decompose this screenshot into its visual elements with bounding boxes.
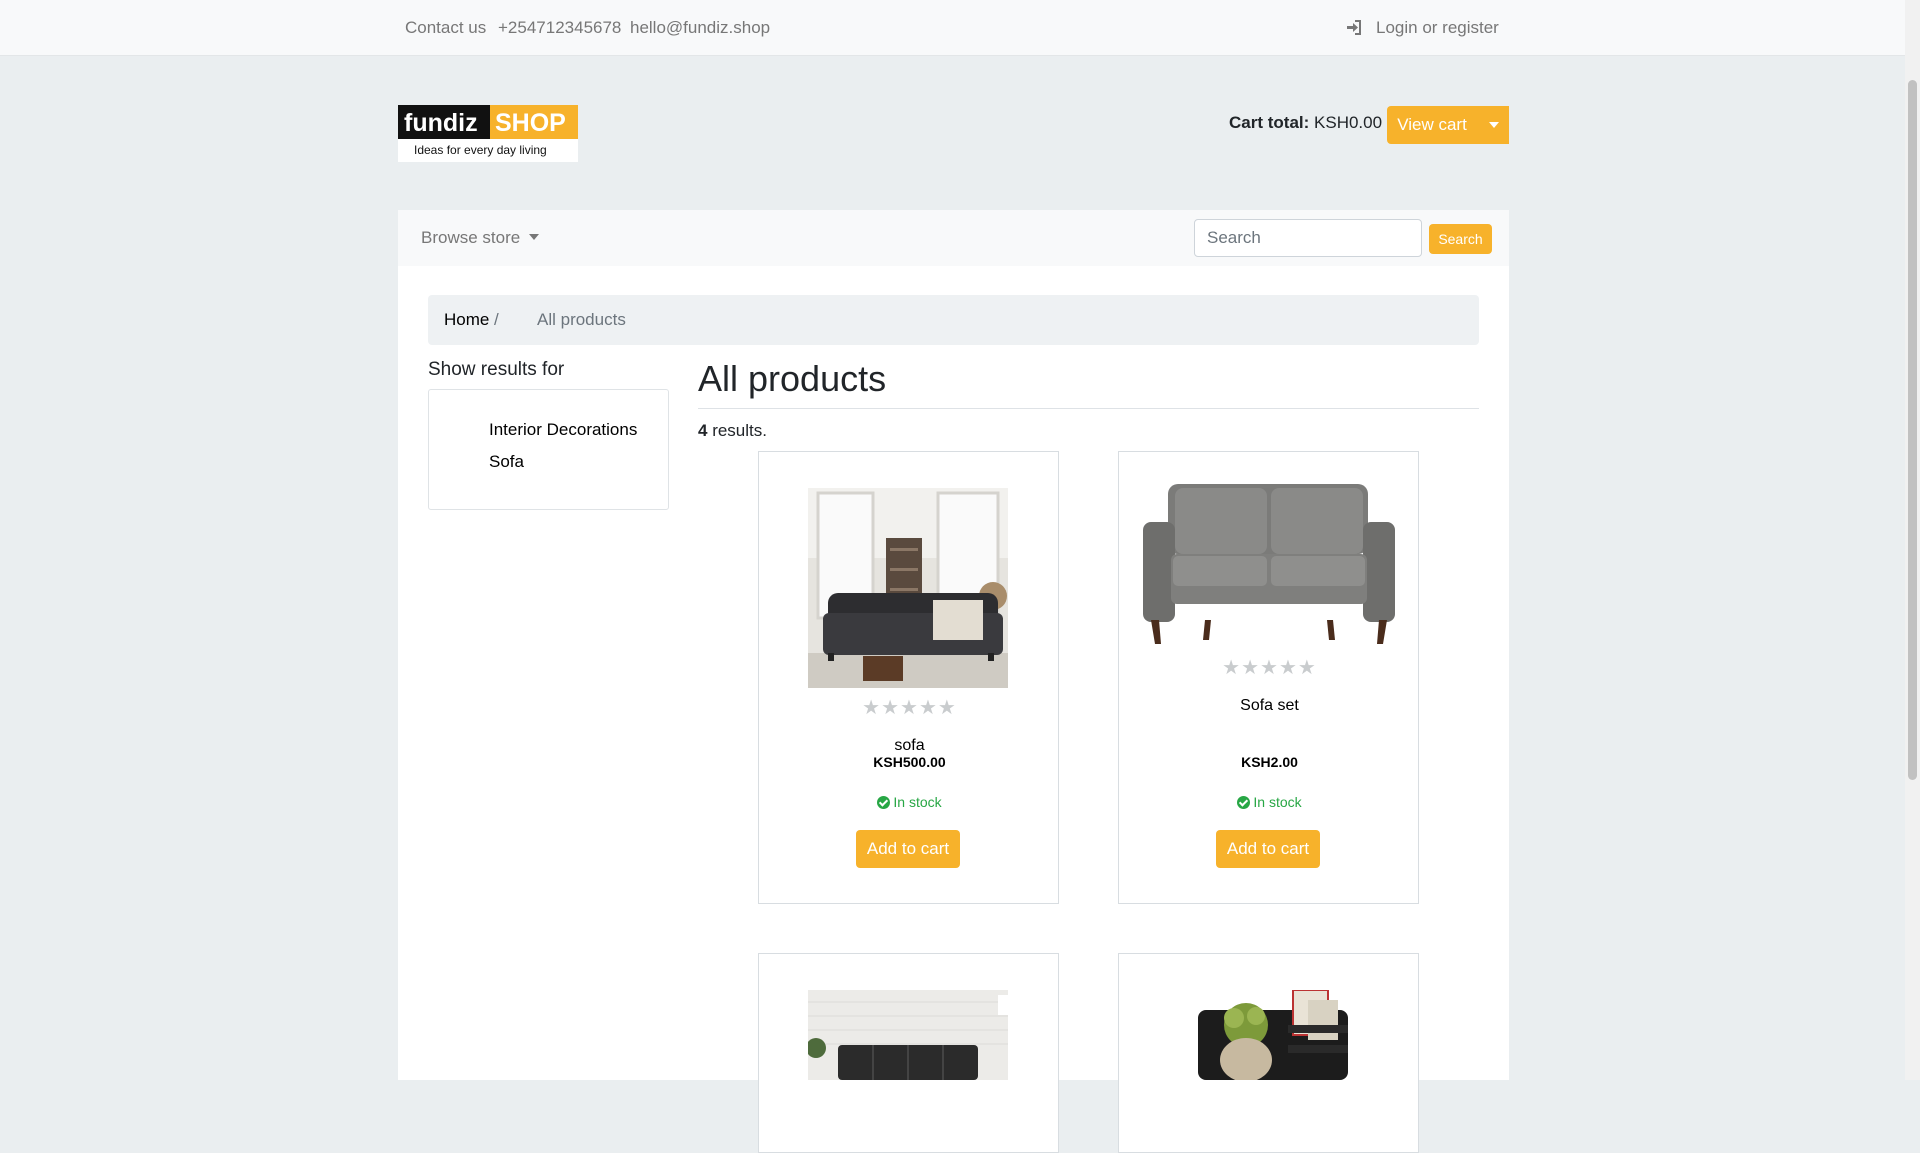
browse-store-dropdown[interactable]: Browse store (421, 228, 539, 248)
sign-in-icon (1347, 20, 1361, 35)
check-circle-icon (877, 796, 891, 809)
store-navbar: Browse store Search (398, 210, 1509, 266)
facet-title: Show results for (428, 359, 565, 380)
search-input[interactable] (1194, 219, 1422, 257)
product-price: KSH2.00 (1241, 754, 1298, 770)
product-image[interactable] (1168, 990, 1378, 1080)
facet-interior-decorations[interactable]: Interior Decorations (489, 420, 637, 440)
product-card (758, 953, 1059, 1153)
product-image[interactable] (808, 990, 1008, 1080)
product-price: KSH500.00 (873, 754, 946, 770)
product-card: ★★★★★ Sofa set KSH2.00 In stock Add to c… (1118, 451, 1419, 904)
stock-status: In stock (1119, 794, 1420, 810)
facet-sofa[interactable]: Sofa (489, 452, 524, 472)
title-divider (698, 408, 1479, 409)
cart-total-value: KSH0.00 (1314, 113, 1383, 132)
product-name[interactable]: Sofa set (1119, 697, 1420, 715)
stock-label: In stock (893, 794, 942, 810)
product-image[interactable] (808, 488, 1008, 688)
cart-total-label: Cart total: (1229, 113, 1310, 132)
email-link[interactable]: hello@fundiz.shop (630, 18, 770, 38)
result-count: 4 results. (698, 421, 767, 441)
check-circle-icon (1237, 796, 1251, 809)
breadcrumb: Home / All products (428, 295, 1479, 345)
add-to-cart-button[interactable]: Add to cart (856, 830, 960, 868)
top-bar: Contact us +254712345678 hello@fundiz.sh… (0, 0, 1905, 56)
cart-dropdown-toggle[interactable] (1478, 106, 1509, 144)
rating-stars: ★★★★★ (862, 697, 957, 719)
contact-us-link[interactable]: Contact us (405, 18, 486, 38)
breadcrumb-current: All products (537, 310, 626, 329)
stock-status: In stock (759, 794, 1060, 810)
cart-total: Cart total: KSH0.00 (1229, 113, 1382, 133)
fundiz-shop-logo[interactable]: fundiz SHOP Ideas for every day living (398, 105, 578, 162)
result-count-suffix: results. (707, 421, 767, 440)
view-cart-label: View cart (1397, 115, 1467, 134)
facet-list: Interior Decorations Sofa (428, 389, 669, 510)
product-image[interactable] (1143, 482, 1395, 647)
svg-text:fundiz: fundiz (404, 109, 478, 137)
breadcrumb-separator: / (494, 310, 499, 329)
login-register-label: Login or register (1376, 18, 1499, 37)
search-button[interactable]: Search (1429, 224, 1492, 254)
add-to-cart-button[interactable]: Add to cart (1216, 830, 1320, 868)
scrollbar-thumb[interactable] (1908, 80, 1917, 780)
phone-link[interactable]: +254712345678 (498, 18, 621, 38)
page-title: All products (698, 358, 887, 399)
login-register-link[interactable]: Login or register (1346, 18, 1499, 38)
stock-label: In stock (1253, 794, 1302, 810)
rating-stars: ★★★★★ (1222, 657, 1317, 679)
product-name[interactable]: sofa (759, 737, 1060, 755)
breadcrumb-home-link[interactable]: Home (444, 310, 489, 330)
page-scrollbar[interactable] (1905, 0, 1920, 1080)
svg-text:Ideas for every day living: Ideas for every day living (414, 143, 547, 157)
product-card (1118, 953, 1419, 1153)
product-card: ★★★★★ sofa KSH500.00 In stock Add to car… (758, 451, 1059, 904)
content-panel: Home / All products Show results for Int… (398, 266, 1509, 1153)
svg-text:SHOP: SHOP (495, 109, 566, 137)
